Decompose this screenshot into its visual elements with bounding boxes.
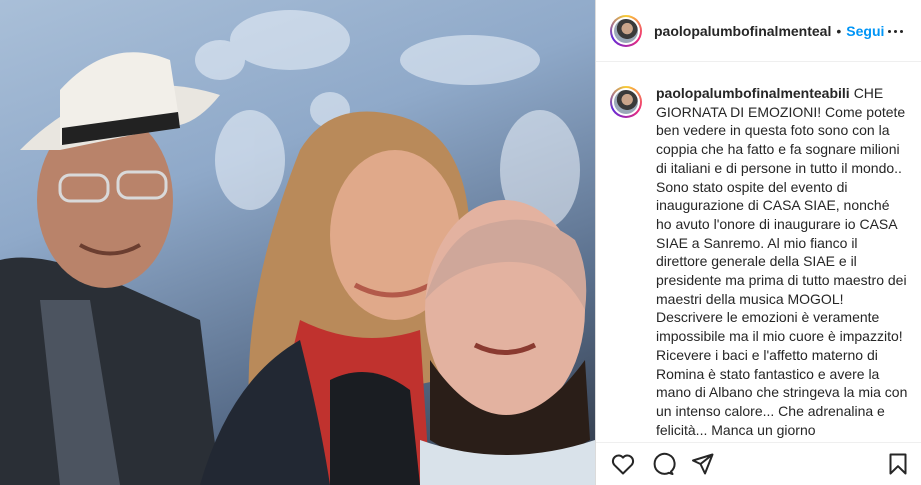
post-header: paolopalumbofinalmenteal • Segui bbox=[596, 0, 921, 62]
avatar-image bbox=[614, 18, 638, 43]
bookmark-icon[interactable] bbox=[886, 452, 910, 476]
more-options-icon[interactable] bbox=[888, 30, 903, 33]
post-photo-illustration bbox=[0, 10, 595, 485]
caption: paolopalumbofinalmenteabili CHE GIORNATA … bbox=[656, 84, 908, 442]
caption-username[interactable]: paolopalumbofinalmenteabili bbox=[656, 85, 850, 101]
follow-button[interactable]: Segui bbox=[846, 23, 884, 39]
avatar[interactable] bbox=[610, 14, 642, 47]
post-side-panel: paolopalumbofinalmenteal • Segui paolopa… bbox=[595, 0, 921, 485]
caption-body: CHE GIORNATA DI EMOZIONI! Come potete be… bbox=[656, 85, 908, 438]
post-photo[interactable] bbox=[0, 0, 595, 485]
caption-avatar[interactable] bbox=[610, 86, 642, 118]
avatar-image bbox=[614, 90, 638, 114]
heart-icon[interactable] bbox=[610, 452, 636, 476]
comment-icon[interactable] bbox=[650, 452, 676, 476]
header-username[interactable]: paolopalumbofinalmenteal bbox=[654, 23, 831, 39]
paper-plane-icon[interactable] bbox=[690, 452, 716, 476]
separator-dot: • bbox=[836, 22, 842, 39]
person-left bbox=[0, 52, 220, 485]
caption-section: paolopalumbofinalmenteabili CHE GIORNATA … bbox=[596, 62, 921, 442]
action-bar bbox=[596, 442, 921, 485]
